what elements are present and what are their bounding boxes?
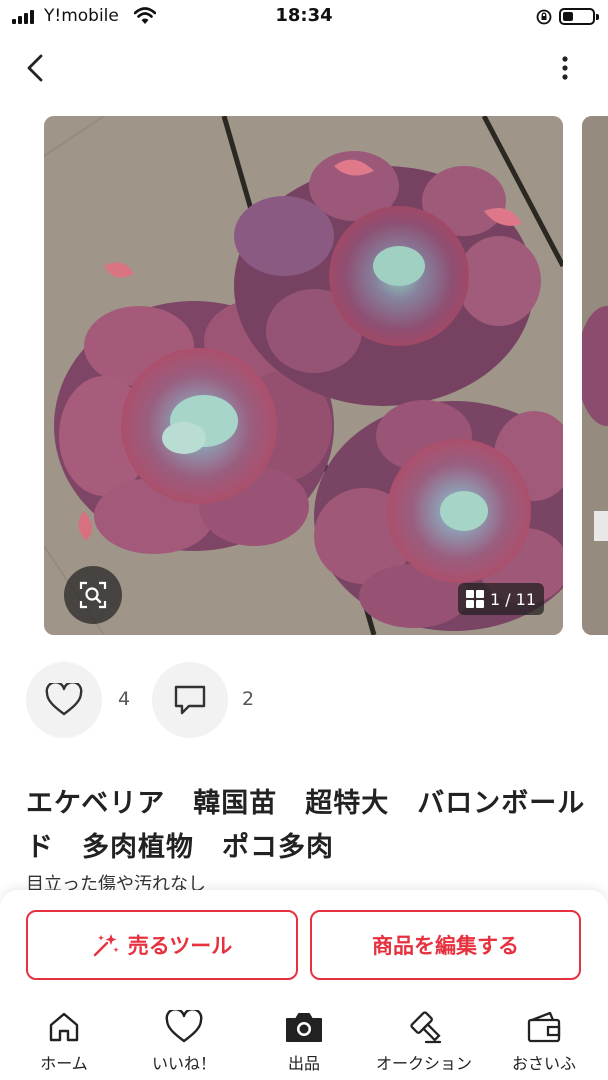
more-vertical-icon [562, 56, 568, 80]
tab-listing[interactable]: 出品 [254, 1008, 354, 1074]
chevron-left-icon [27, 54, 43, 82]
edit-item-button[interactable]: 商品を編集する [310, 910, 581, 980]
comment-button[interactable] [152, 662, 228, 738]
tab-wallet-label: おさいふ [511, 1054, 576, 1073]
zoom-search-icon [79, 581, 107, 609]
item-title: エケベリア 韓国苗 超特大 バロンボールド 多肉植物 ポコ多肉 [26, 788, 586, 863]
tab-listing-label: 出品 [287, 1054, 320, 1073]
magic-wand-icon [93, 934, 119, 957]
bottom-tab-bar: ホーム いいね！ 出品 オークション おさいふ [0, 1000, 608, 1080]
sell-tool-label: 売るツール [127, 934, 233, 958]
like-count: 4 [118, 688, 131, 710]
zoom-button[interactable] [64, 566, 122, 624]
wallet-icon [527, 1011, 561, 1043]
action-bar: 売るツール 商品を編集する [0, 890, 608, 1000]
like-button[interactable] [26, 662, 102, 738]
sell-tool-button[interactable]: 売るツール [26, 910, 298, 980]
edit-item-label: 商品を編集する [372, 934, 519, 958]
image-counter[interactable]: 1 / 11 [458, 583, 544, 615]
tab-home[interactable]: ホーム [14, 1008, 114, 1074]
next-photo-peek[interactable] [582, 116, 608, 635]
camera-icon [286, 1013, 322, 1042]
orientation-lock-icon [536, 9, 552, 25]
grid-icon [465, 590, 484, 608]
comment-count: 2 [242, 688, 255, 710]
battery-icon [559, 8, 599, 25]
product-photo[interactable] [44, 116, 563, 635]
heart-icon [165, 1010, 203, 1043]
tab-likes[interactable]: いいね！ [134, 1008, 234, 1074]
home-icon [49, 1012, 79, 1042]
tab-likes-label: いいね！ [151, 1054, 216, 1073]
tab-home-label: ホーム [40, 1054, 88, 1073]
tab-wallet[interactable]: おさいふ [494, 1008, 594, 1074]
tab-auction-label: オークション [375, 1054, 472, 1073]
status-bar: Y!mobile 18:34 [0, 0, 608, 34]
status-time: 18:34 [275, 5, 333, 26]
more-options-button[interactable] [550, 50, 580, 86]
image-gallery[interactable] [0, 116, 608, 636]
heart-icon [45, 683, 83, 716]
comment-icon [174, 685, 206, 715]
tab-auction[interactable]: オークション [366, 1008, 482, 1074]
auction-hammer-icon [410, 1011, 442, 1044]
image-counter-label: 1 / 11 [489, 589, 537, 609]
back-button[interactable] [18, 50, 52, 86]
